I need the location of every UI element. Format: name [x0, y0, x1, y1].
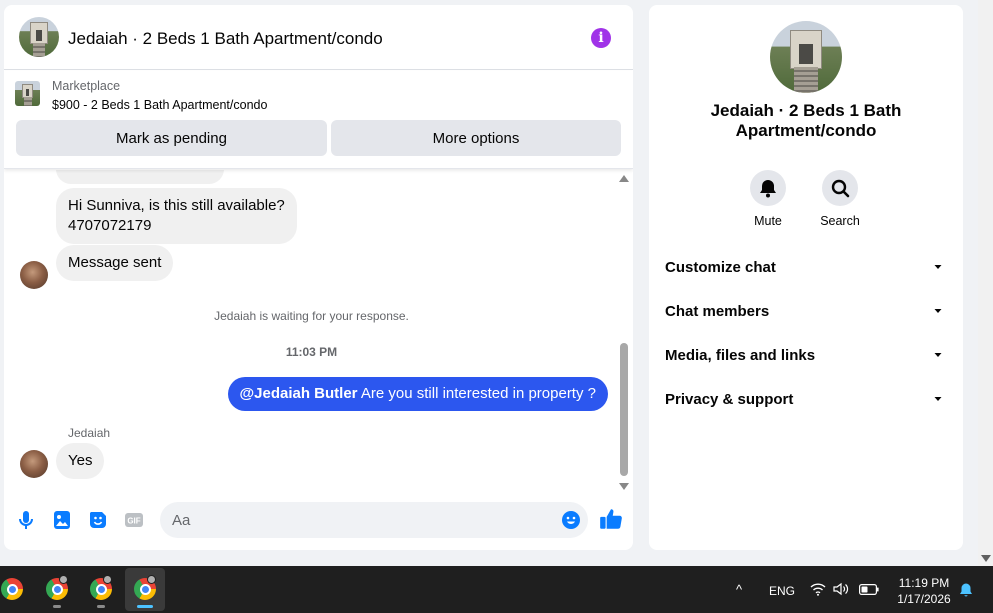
section-label: Chat members: [665, 303, 770, 320]
message-input[interactable]: [160, 502, 588, 538]
message-bubble[interactable]: Yes: [56, 443, 105, 479]
profile-badge-icon: [59, 575, 68, 584]
running-indicator: [97, 605, 105, 608]
scroll-down-arrow-icon[interactable]: [619, 483, 629, 490]
emoji-icon[interactable]: [559, 508, 583, 532]
notification-bell-icon[interactable]: [958, 582, 974, 598]
taskbar-chrome-app-active[interactable]: [125, 568, 165, 611]
section-label: Customize chat: [665, 259, 776, 276]
mic-icon[interactable]: [14, 508, 38, 532]
message-timestamp: 11:03 PM: [285, 345, 338, 359]
section-label: Privacy & support: [665, 391, 794, 408]
chrome-icon: [1, 578, 23, 600]
marketplace-thumbnail[interactable]: [15, 81, 40, 106]
outgoing-message-bubble[interactable]: @Jedaiah Butler Are you still interested…: [227, 377, 608, 411]
profile-badge-icon: [147, 575, 156, 584]
show-hidden-icons-chevron-icon[interactable]: ^: [736, 582, 742, 597]
sender-name: Jedaiah: [68, 426, 111, 440]
taskbar-chrome-app[interactable]: [37, 568, 77, 611]
profile-badge-icon: [103, 575, 112, 584]
chevron-down-icon: [934, 353, 942, 357]
customize-chat-row[interactable]: Customize chat: [649, 247, 963, 287]
search-button[interactable]: Search: [810, 170, 870, 228]
clock-time: 11:19 PM: [898, 576, 950, 590]
taskbar-chrome-app[interactable]: [81, 568, 121, 611]
message-text: Are you still interested in property ?: [357, 385, 596, 402]
message-list[interactable]: Hi Sunniva, is this still available? 470…: [4, 170, 633, 492]
chat-panel: Jedaiah · 2 Beds 1 Bath Apartment/condo …: [4, 5, 633, 550]
search-label: Search: [820, 214, 860, 228]
gif-icon[interactable]: GIF: [122, 508, 146, 532]
info-icon[interactable]: i: [591, 28, 611, 48]
page-scrollbar[interactable]: [978, 0, 993, 566]
running-indicator: [137, 605, 153, 608]
section-label: Media, files and links: [665, 347, 816, 364]
chevron-down-icon: [934, 397, 942, 401]
chat-members-row[interactable]: Chat members: [649, 291, 963, 331]
like-icon[interactable]: [598, 506, 624, 532]
sticker-icon[interactable]: [86, 508, 110, 532]
more-options-button[interactable]: More options: [331, 120, 621, 156]
avatar[interactable]: [20, 450, 48, 478]
bell-icon: [760, 180, 776, 198]
chevron-down-icon: [934, 265, 942, 269]
mention[interactable]: @Jedaiah Butler: [240, 385, 358, 402]
search-icon: [831, 179, 850, 198]
mute-label: Mute: [754, 214, 782, 228]
message-scrollbar[interactable]: [617, 170, 631, 492]
scroll-down-arrow-icon[interactable]: [981, 555, 991, 562]
chat-header: Jedaiah · 2 Beds 1 Bath Apartment/condo …: [4, 5, 633, 70]
marketplace-label: Marketplace: [52, 79, 121, 93]
wifi-icon[interactable]: [810, 582, 826, 596]
scroll-up-arrow-icon[interactable]: [619, 175, 629, 182]
chat-info-panel: Jedaiah · 2 Beds 1 Bath Apartment/condo …: [649, 5, 963, 550]
media-files-links-row[interactable]: Media, files and links: [649, 335, 963, 375]
profile-picture[interactable]: [770, 21, 842, 93]
clock-date: 1/17/2026: [897, 592, 951, 606]
volume-icon[interactable]: [833, 582, 849, 596]
profile-name: Jedaiah · 2 Beds 1 Bath Apartment/condo: [710, 101, 902, 140]
avatar[interactable]: [20, 261, 48, 289]
message-composer: GIF: [4, 500, 633, 540]
message-bubble-partial: [56, 170, 224, 184]
listing-thumbnail[interactable]: [19, 17, 59, 57]
scrollbar-thumb[interactable]: [620, 343, 628, 476]
photo-icon[interactable]: [50, 508, 74, 532]
battery-icon[interactable]: [859, 584, 879, 595]
chevron-down-icon: [934, 309, 942, 313]
taskbar-chrome-app[interactable]: [0, 568, 32, 611]
waiting-notice: Jedaiah is waiting for your response.: [214, 309, 409, 323]
language-indicator[interactable]: ENG: [769, 584, 795, 598]
gif-label: GIF: [127, 517, 140, 526]
taskbar: ^ ENG 11:19 PM 1/17/2026: [0, 566, 993, 613]
listing-title[interactable]: $900 - 2 Beds 1 Bath Apartment/condo: [52, 98, 267, 112]
clock[interactable]: 11:19 PM 1/17/2026: [888, 575, 960, 607]
running-indicator: [53, 605, 61, 608]
message-line: 4707072179: [68, 217, 152, 234]
message-line: Hi Sunniva, is this still available?: [68, 197, 285, 214]
privacy-support-row[interactable]: Privacy & support: [649, 379, 963, 419]
mark-as-pending-button[interactable]: Mark as pending: [16, 120, 327, 156]
chat-title[interactable]: Jedaiah · 2 Beds 1 Bath Apartment/condo: [68, 29, 383, 49]
message-bubble[interactable]: Hi Sunniva, is this still available? 470…: [56, 188, 297, 244]
message-bubble[interactable]: Message sent: [56, 245, 174, 281]
mute-button[interactable]: Mute: [738, 170, 798, 228]
marketplace-bar: Marketplace $900 - 2 Beds 1 Bath Apartme…: [4, 71, 633, 169]
